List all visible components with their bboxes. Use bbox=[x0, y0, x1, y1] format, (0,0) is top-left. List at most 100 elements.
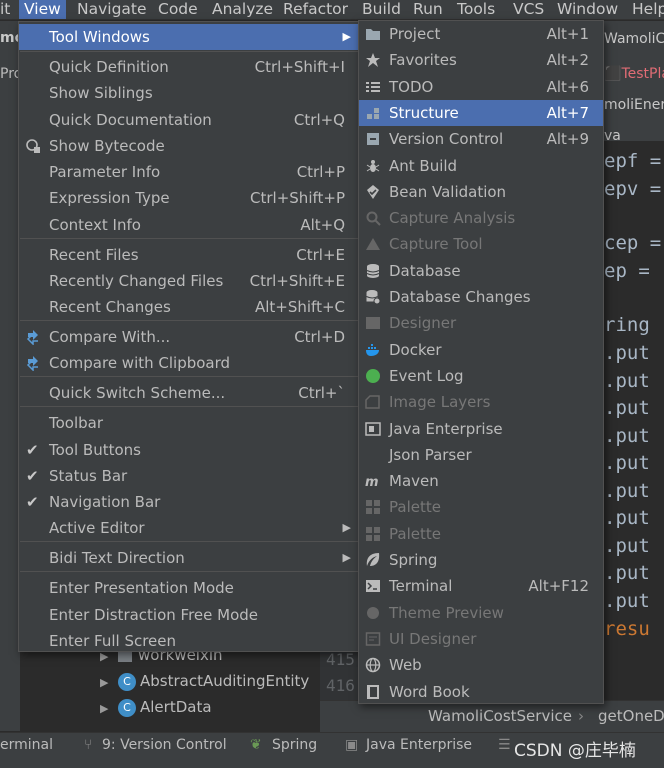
menu-item-label: Toolbar bbox=[49, 414, 104, 432]
tool-window-item-project[interactable]: Project Alt+1 bbox=[359, 21, 603, 47]
palette-icon bbox=[365, 499, 381, 515]
menu-analyze[interactable]: Analyze bbox=[212, 0, 273, 19]
tool-window-item-web[interactable]: Web bbox=[359, 652, 603, 678]
tool-window-item-favorites[interactable]: Favorites Alt+2 bbox=[359, 47, 603, 73]
version-control-tool-button[interactable]: 9: Version Control bbox=[102, 737, 227, 753]
menu-item-bidi-text-direction[interactable]: Bidi Text Direction ▶ bbox=[19, 545, 359, 571]
tool-window-item-json-parser[interactable]: Json Parser bbox=[359, 442, 603, 468]
editor-tab[interactable]: moliEnerg bbox=[604, 97, 664, 113]
menu-item-recent-files[interactable]: Recent Files Ctrl+E bbox=[19, 242, 359, 268]
menu-item-show-siblings[interactable]: Show Siblings bbox=[19, 80, 359, 106]
theme-preview-icon bbox=[365, 605, 381, 621]
view-menu: Tool Windows ▶ Quick Definition Ctrl+Shift+… bbox=[18, 21, 360, 652]
menu-item-toolbar[interactable]: Toolbar bbox=[19, 410, 359, 436]
tree-item-class[interactable]: ▶ C AbstractAuditingEntity bbox=[100, 668, 309, 694]
tool-window-item-maven[interactable]: m Maven bbox=[359, 468, 603, 494]
breadcrumb-item[interactable]: getOneD bbox=[598, 707, 664, 725]
capture-tool-icon bbox=[365, 236, 381, 252]
web-icon bbox=[365, 657, 381, 673]
menu-item-label: Maven bbox=[389, 472, 439, 490]
class-icon: C bbox=[118, 698, 136, 717]
menu-item-tool-buttons[interactable]: ✔ Tool Buttons bbox=[19, 437, 359, 463]
menu-item-recently-changed-files[interactable]: Recently Changed Files Ctrl+Shift+E bbox=[19, 268, 359, 294]
menu-item-quick-documentation[interactable]: Quick Documentation Ctrl+Q bbox=[19, 107, 359, 133]
menu-view[interactable]: View bbox=[19, 0, 66, 19]
menu-item-navigation-bar[interactable]: ✔ Navigation Bar bbox=[19, 489, 359, 515]
breadcrumb-item[interactable]: WamoliCostService bbox=[428, 707, 572, 725]
menu-item-status-bar[interactable]: ✔ Status Bar bbox=[19, 463, 359, 489]
menu-window[interactable]: Window bbox=[557, 0, 618, 19]
menu-separator bbox=[20, 406, 358, 407]
terminal-tool-button[interactable]: erminal bbox=[0, 737, 53, 753]
java-enterprise-tool-button[interactable]: Java Enterprise bbox=[366, 737, 472, 753]
menu-code[interactable]: Code bbox=[158, 0, 198, 19]
editor-tab[interactable]: ⬛TestPla bbox=[604, 66, 664, 82]
structure-icon bbox=[365, 105, 381, 121]
expand-arrow-icon[interactable]: ▶ bbox=[100, 670, 118, 696]
class-icon: C bbox=[118, 672, 136, 691]
tool-window-item-structure[interactable]: Structure Alt+7 bbox=[359, 100, 603, 126]
menu-navigate[interactable]: Navigate bbox=[77, 0, 147, 19]
tool-window-item-spring[interactable]: Spring bbox=[359, 547, 603, 573]
editor-tab[interactable]: va bbox=[604, 128, 621, 144]
menu-item-expression-type[interactable]: Expression Type Ctrl+Shift+P bbox=[19, 185, 359, 211]
menu-tools[interactable]: Tools bbox=[457, 0, 495, 19]
menu-item-compare-with-clipboard[interactable]: Compare with Clipboard bbox=[19, 350, 359, 376]
menu-item-enter-presentation-mode[interactable]: Enter Presentation Mode bbox=[19, 575, 359, 601]
tool-window-item-bean-validation[interactable]: Bean Validation bbox=[359, 179, 603, 205]
compare-clipboard-icon bbox=[25, 355, 41, 371]
menu-item-compare-with[interactable]: Compare With... Ctrl+D bbox=[19, 324, 359, 350]
menu-item-quick-definition[interactable]: Quick Definition Ctrl+Shift+I bbox=[19, 54, 359, 80]
tool-window-item-todo[interactable]: TODO Alt+6 bbox=[359, 74, 603, 100]
menu-item-label: Quick Switch Scheme... bbox=[49, 384, 226, 402]
tool-window-item-java-enterprise[interactable]: Java Enterprise bbox=[359, 416, 603, 442]
menu-item-label: Favorites bbox=[389, 51, 457, 69]
menu-item-quick-switch-scheme[interactable]: Quick Switch Scheme... Ctrl+` bbox=[19, 380, 359, 406]
menu-item-label: Event Log bbox=[389, 367, 464, 385]
menu-item-context-info[interactable]: Context Info Alt+Q bbox=[19, 212, 359, 238]
menu-item-label: Enter Presentation Mode bbox=[49, 579, 234, 597]
menu-run[interactable]: Run bbox=[413, 0, 443, 19]
spring-tool-button[interactable]: Spring bbox=[272, 737, 317, 753]
tool-window-item-event-log[interactable]: Event Log bbox=[359, 363, 603, 389]
menu-item-label: Palette bbox=[389, 525, 441, 543]
tool-window-item-database-changes[interactable]: Database Changes bbox=[359, 284, 603, 310]
menu-item-label: Enter Distraction Free Mode bbox=[49, 606, 259, 624]
menu-item-enter-full-screen[interactable]: Enter Full Screen bbox=[19, 628, 359, 654]
menu-vcs[interactable]: VCS bbox=[513, 0, 544, 19]
tree-item-class[interactable]: ▶ C AlertData bbox=[100, 694, 212, 720]
menu-item-label: Quick Documentation bbox=[49, 111, 212, 129]
menu-item-enter-distraction-free-mode[interactable]: Enter Distraction Free Mode bbox=[19, 602, 359, 628]
menu-edit[interactable]: it bbox=[0, 0, 10, 19]
expand-arrow-icon[interactable]: ▶ bbox=[100, 696, 118, 722]
code-line: .put bbox=[604, 397, 650, 419]
tool-window-item-version-control[interactable]: Version Control Alt+9 bbox=[359, 126, 603, 152]
menu-item-parameter-info[interactable]: Parameter Info Ctrl+P bbox=[19, 159, 359, 185]
database-changes-icon bbox=[365, 289, 381, 305]
tool-window-item-capture-analysis: Capture Analysis bbox=[359, 205, 603, 231]
tool-window-item-image-layers: Image Layers bbox=[359, 389, 603, 415]
version-control-icon: ⑂ bbox=[84, 737, 93, 753]
tool-window-item-palette: Palette bbox=[359, 521, 603, 547]
tool-window-item-ant-build[interactable]: Ant Build bbox=[359, 153, 603, 179]
tool-window-item-ui-designer: UI Designer bbox=[359, 626, 603, 652]
star-icon bbox=[365, 52, 381, 68]
menu-item-active-editor[interactable]: Active Editor ▶ bbox=[19, 515, 359, 541]
spring-icon: ❦ bbox=[250, 737, 262, 753]
tool-window-item-word-book[interactable]: Word Book bbox=[359, 679, 603, 705]
tool-window-item-theme-preview: Theme Preview bbox=[359, 600, 603, 626]
menu-item-show-bytecode[interactable]: Show Bytecode bbox=[19, 133, 359, 159]
menu-item-tool-windows[interactable]: Tool Windows ▶ bbox=[19, 24, 359, 50]
tool-window-item-terminal[interactable]: Terminal Alt+F12 bbox=[359, 573, 603, 599]
editor-tab[interactable]: WamoliC bbox=[604, 31, 664, 47]
menu-item-label: Recent Changes bbox=[49, 298, 171, 316]
menu-build[interactable]: Build bbox=[362, 0, 401, 19]
tool-window-item-docker[interactable]: Docker bbox=[359, 337, 603, 363]
tool-window-item-database[interactable]: Database bbox=[359, 258, 603, 284]
folder-icon bbox=[365, 26, 381, 42]
menu-item-recent-changes[interactable]: Recent Changes Alt+Shift+C bbox=[19, 294, 359, 320]
tool-window-item-capture-tool: Capture Tool bbox=[359, 231, 603, 257]
menu-help[interactable]: Help bbox=[632, 0, 664, 19]
menu-refactor[interactable]: Refactor bbox=[283, 0, 348, 19]
code-line: ep = bbox=[604, 260, 650, 282]
